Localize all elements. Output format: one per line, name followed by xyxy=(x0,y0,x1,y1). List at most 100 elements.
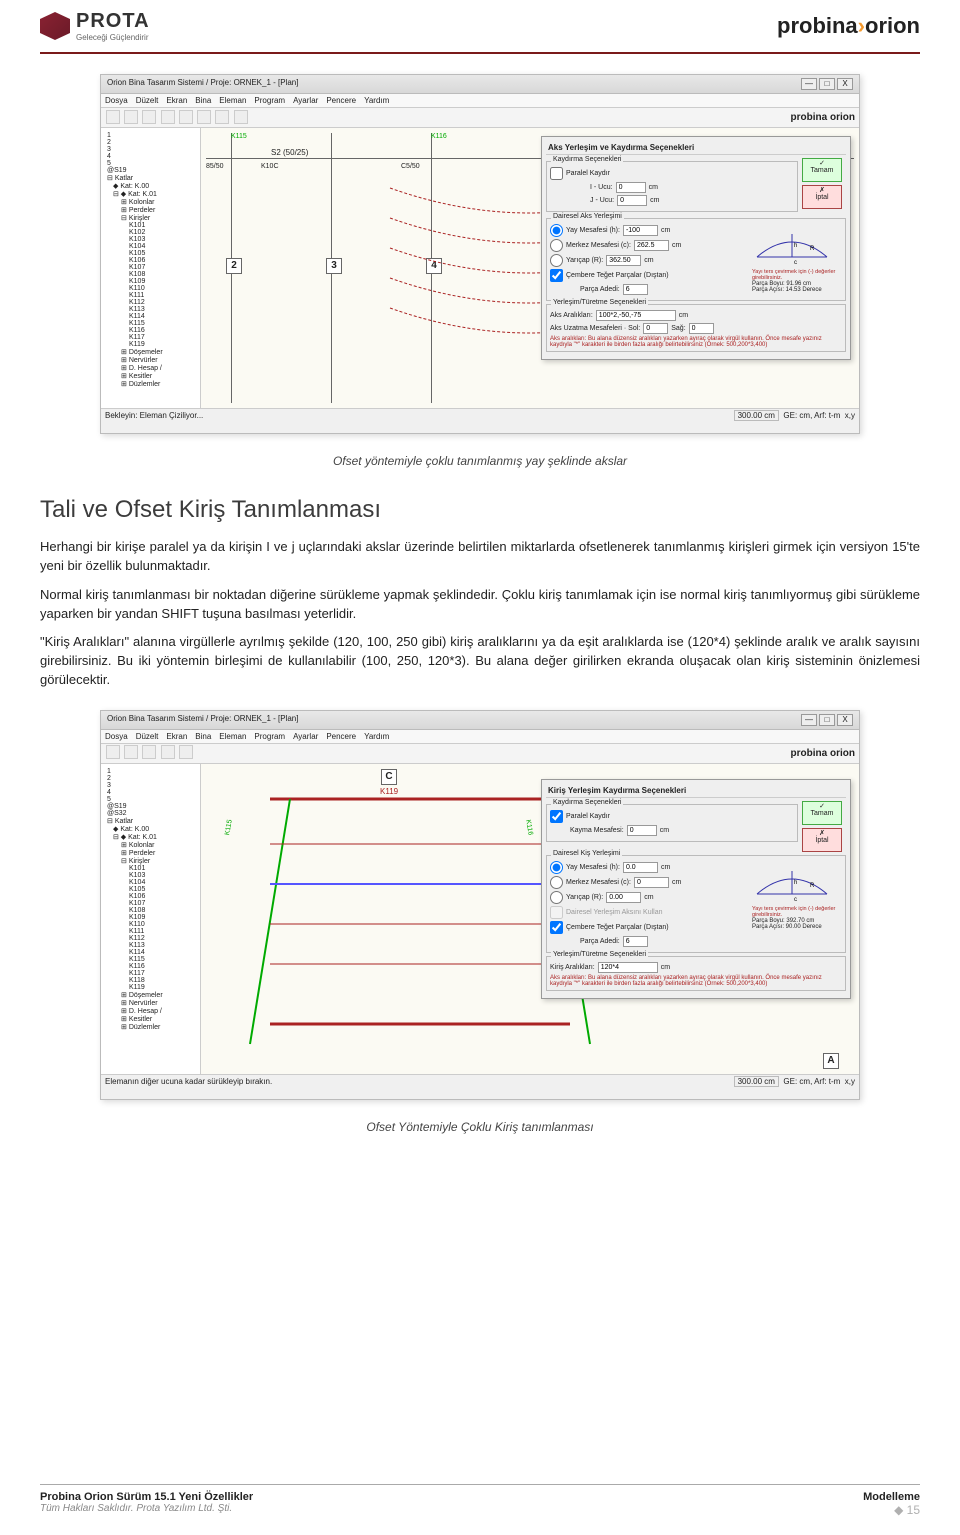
kayma-input[interactable] xyxy=(627,825,657,836)
menu-item[interactable]: Dosya xyxy=(105,96,128,105)
tree-kat00[interactable]: ◆ Kat: K.00 xyxy=(105,825,196,833)
parca-input[interactable] xyxy=(623,284,648,295)
toolbar-icon[interactable] xyxy=(234,110,248,124)
yay-input[interactable] xyxy=(623,225,658,236)
merkez-radio[interactable] xyxy=(550,239,563,252)
tree-kiris-item[interactable]: K106 xyxy=(105,257,196,264)
close-icon[interactable]: X xyxy=(837,714,853,726)
tree-kiris-item[interactable]: K116 xyxy=(105,963,196,970)
tree-dosemeler[interactable]: ⊞ Döşemeler xyxy=(105,991,196,999)
menu-item[interactable]: Pencere xyxy=(326,732,356,741)
close-icon[interactable]: X xyxy=(837,78,853,90)
menu-item[interactable]: Eleman xyxy=(219,96,246,105)
tree-item[interactable]: 4 xyxy=(105,153,196,160)
tree-duzlemler[interactable]: ⊞ Düzlemler xyxy=(105,380,196,388)
tree-kiris-item[interactable]: K101 xyxy=(105,222,196,229)
yay-radio[interactable] xyxy=(550,224,563,237)
tree-kat00[interactable]: ◆ Kat: K.00 xyxy=(105,182,196,190)
yaricap-radio[interactable] xyxy=(550,254,563,267)
tree-kiris-item[interactable]: K117 xyxy=(105,334,196,341)
tree-kolonlar[interactable]: ⊞ Kolonlar xyxy=(105,198,196,206)
toolbar-icon[interactable] xyxy=(179,745,193,759)
tree-kolonlar[interactable]: ⊞ Kolonlar xyxy=(105,841,196,849)
tree-kiris-item[interactable]: K104 xyxy=(105,243,196,250)
tree-kiris-item[interactable]: K102 xyxy=(105,229,196,236)
toolbar-icon[interactable] xyxy=(106,110,120,124)
yaricap-input[interactable] xyxy=(606,255,641,266)
menu-item[interactable]: Bina xyxy=(195,96,211,105)
tree-kat01[interactable]: ⊟ ◆ Kat: K.01 xyxy=(105,833,196,841)
tree-perdeler[interactable]: ⊞ Perdeler xyxy=(105,206,196,214)
toolbar-icon[interactable] xyxy=(142,745,156,759)
tree-kiris-item[interactable]: K118 xyxy=(105,977,196,984)
tree-kesitler[interactable]: ⊞ Kesitler xyxy=(105,372,196,380)
aks-araliklari-input[interactable] xyxy=(596,310,676,321)
toolbar-icon[interactable] xyxy=(197,110,211,124)
tree-kiris-item[interactable]: K106 xyxy=(105,893,196,900)
parca-input[interactable] xyxy=(623,936,648,947)
tree-kiris-item[interactable]: K103 xyxy=(105,872,196,879)
canvas-area[interactable]: K115 S2 (50/25) K116 85/50 K10C C5/50 2 … xyxy=(201,128,859,408)
menu-item[interactable]: Program xyxy=(254,732,285,741)
iptal-button[interactable]: ✗İptal xyxy=(802,828,842,852)
tree-kiris-item[interactable]: K108 xyxy=(105,271,196,278)
tree-kiris-item[interactable]: K107 xyxy=(105,900,196,907)
tree-dhesap[interactable]: ⊞ D. Hesap / xyxy=(105,364,196,372)
i-ucu-input[interactable] xyxy=(616,182,646,193)
tree-kiris-item[interactable]: K101 xyxy=(105,865,196,872)
tree-panel[interactable]: 1 2 3 4 5 @S19 @S32 ⊟ Katlar ◆ Kat: K.00… xyxy=(101,764,201,1074)
yaricap-input[interactable] xyxy=(606,892,641,903)
tree-item[interactable]: 1 xyxy=(105,132,196,139)
tree-item[interactable]: 5 xyxy=(105,796,196,803)
tree-dosemeler[interactable]: ⊞ Döşemeler xyxy=(105,348,196,356)
toolbar-icon[interactable] xyxy=(161,110,175,124)
tree-kiris-item[interactable]: K113 xyxy=(105,942,196,949)
paralel-kaydir-checkbox[interactable] xyxy=(550,167,563,180)
menu-item[interactable]: Eleman xyxy=(219,732,246,741)
tree-item[interactable]: 2 xyxy=(105,139,196,146)
tree-duzlemler[interactable]: ⊞ Düzlemler xyxy=(105,1023,196,1031)
tree-kiris-item[interactable]: K104 xyxy=(105,879,196,886)
tree-kirisler[interactable]: ⊟ Kirişler xyxy=(105,857,196,865)
merkez-input[interactable] xyxy=(634,240,669,251)
toolbar-icon[interactable] xyxy=(124,745,138,759)
menu-item[interactable]: Ekran xyxy=(166,96,187,105)
menu-item[interactable]: Program xyxy=(254,96,285,105)
menu-item[interactable]: Ekran xyxy=(166,732,187,741)
tree-kiris-item[interactable]: K115 xyxy=(105,956,196,963)
toolbar-icon[interactable] xyxy=(161,745,175,759)
tree-kiris-item[interactable]: K109 xyxy=(105,278,196,285)
tree-item[interactable]: 3 xyxy=(105,782,196,789)
tree-kiris-item[interactable]: K114 xyxy=(105,949,196,956)
j-ucu-input[interactable] xyxy=(617,195,647,206)
tree-panel[interactable]: 1 2 3 4 5 @S19 ⊟ Katlar ◆ Kat: K.00 ⊟ ◆ … xyxy=(101,128,201,408)
yay-input[interactable] xyxy=(623,862,658,873)
merkez-input[interactable] xyxy=(634,877,669,888)
tree-item[interactable]: 3 xyxy=(105,146,196,153)
tree-kiris-item[interactable]: K119 xyxy=(105,984,196,991)
tree-katlar[interactable]: ⊟ Katlar xyxy=(105,817,196,825)
menu-item[interactable]: Yardım xyxy=(364,732,389,741)
tree-kat01[interactable]: ⊟ ◆ Kat: K.01 xyxy=(105,190,196,198)
canvas-area[interactable]: C A K119 K115 K116 Kiriş Yerleşim Kaydır… xyxy=(201,764,859,1074)
tree-kiris-item[interactable]: K117 xyxy=(105,970,196,977)
menu-item[interactable]: Düzelt xyxy=(136,732,159,741)
tree-item[interactable]: @S19 xyxy=(105,167,196,174)
tree-kiris-item[interactable]: K119 xyxy=(105,341,196,348)
tree-kiris-item[interactable]: K115 xyxy=(105,320,196,327)
tree-kiris-item[interactable]: K103 xyxy=(105,236,196,243)
toolbar-icon[interactable] xyxy=(124,110,138,124)
yaricap-radio[interactable] xyxy=(550,891,563,904)
tree-kiris-item[interactable]: K112 xyxy=(105,935,196,942)
yay-radio[interactable] xyxy=(550,861,563,874)
iptal-button[interactable]: ✗İptal xyxy=(802,185,842,209)
maximize-icon[interactable]: □ xyxy=(819,78,835,90)
toolbar-icon[interactable] xyxy=(142,110,156,124)
menu-item[interactable]: Pencere xyxy=(326,96,356,105)
tree-kesitler[interactable]: ⊞ Kesitler xyxy=(105,1015,196,1023)
tree-item[interactable]: 2 xyxy=(105,775,196,782)
cembere-checkbox[interactable] xyxy=(550,921,563,934)
tree-perdeler[interactable]: ⊞ Perdeler xyxy=(105,849,196,857)
tree-kiris-item[interactable]: K108 xyxy=(105,907,196,914)
toolbar-icon[interactable] xyxy=(215,110,229,124)
